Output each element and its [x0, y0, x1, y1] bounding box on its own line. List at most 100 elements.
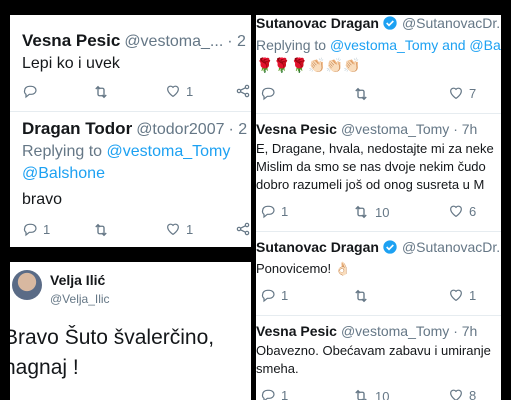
reply-count: 1	[281, 287, 289, 303]
like-button[interactable]: 1	[165, 83, 193, 99]
tweet-actions: 1 1	[10, 221, 251, 241]
mention-link[interactable]: @vestoma_Tomy and @Balsh	[330, 37, 501, 53]
retweet-count: 10	[375, 204, 390, 220]
retweet-icon	[352, 287, 370, 305]
tweet-actions: 1 10 6	[256, 203, 501, 223]
reply-count: 1	[281, 203, 289, 219]
mention-link[interactable]: @vestoma_Tomy	[107, 143, 231, 160]
heart-icon	[165, 221, 181, 237]
tweet-body-line: smeha.	[256, 361, 299, 376]
tweet-time: · 2	[227, 33, 246, 50]
tweet-header: Vesna Pesic @vestoma_... · 2	[22, 31, 246, 51]
reply-button[interactable]: 1	[260, 387, 288, 400]
tweet-header: Vesna Pesic @vestoma_Tomy · 7h	[256, 121, 477, 137]
reply-icon	[22, 221, 38, 237]
tweet-time: · 2	[228, 121, 248, 138]
verified-icon	[382, 239, 398, 255]
like-button[interactable]: 6	[448, 203, 476, 219]
avatar[interactable]	[12, 270, 42, 300]
reply-context: Replying to @vestoma_Tomy	[22, 143, 230, 161]
reply-button[interactable]	[260, 85, 276, 101]
reply-icon	[260, 287, 276, 303]
tweet-actions: 1 1	[256, 287, 501, 307]
heart-icon	[448, 85, 464, 101]
reply-prefix: Replying to	[256, 37, 327, 53]
share-button[interactable]	[235, 221, 251, 237]
reply-button[interactable]: 1	[260, 287, 288, 303]
left-bottom-screenshot: Velja Ilić @Velja_Ilic Bravo Šuto švaler…	[10, 262, 251, 400]
retweet-button[interactable]	[92, 221, 110, 239]
like-count: 1	[469, 287, 477, 303]
like-count: 1	[186, 83, 194, 99]
heart-icon	[165, 83, 181, 99]
author-name[interactable]: Velja Ilić	[50, 272, 105, 288]
tweet-body-line: E, Dragane, hvala, nedostajte mi za neke	[256, 141, 494, 156]
like-button[interactable]: 1	[165, 221, 193, 237]
author-handle[interactable]: @vestoma_Tomy · 7h	[341, 323, 477, 339]
retweet-icon	[352, 203, 370, 221]
like-count: 7	[469, 85, 477, 101]
like-button[interactable]: 8	[448, 387, 476, 400]
retweet-button[interactable]	[92, 83, 110, 101]
author-name[interactable]: Dragan Todor	[22, 119, 132, 138]
heart-icon	[448, 287, 464, 303]
author-handle[interactable]: @vestoma_Tomy · 7h	[341, 121, 477, 137]
divider	[256, 315, 501, 316]
author-name[interactable]: Sutanovac Dragan	[256, 239, 379, 255]
reply-count: 1	[281, 387, 289, 400]
retweet-count: 10	[375, 388, 390, 400]
like-count: 6	[469, 203, 477, 219]
tweet-body-line: nagnaj !	[10, 356, 79, 379]
author-handle[interactable]: @vestoma_...	[124, 33, 223, 50]
author-handle[interactable]: @Velja_Ilic	[50, 292, 110, 306]
reply-icon	[22, 83, 38, 99]
tweet-header: Sutanovac Dragan @SutanovacDr...	[256, 15, 501, 31]
share-icon	[235, 221, 251, 237]
retweet-button[interactable]	[352, 287, 370, 305]
author-name[interactable]: Sutanovac Dragan	[256, 15, 379, 31]
retweet-icon	[92, 83, 110, 101]
like-count: 8	[469, 387, 477, 400]
tweet-emoji: 🌹🌹🌹👏🏻👏🏻👏🏻	[256, 57, 361, 73]
tweet-body-line: Mislim da smo se nas dvoje nekim čudo	[256, 159, 486, 174]
tweet-body: Ponovicemo! 👌🏻	[256, 261, 351, 276]
tweet-body-line: Obavezno. Obećavam zabavu i umiranje	[256, 343, 491, 358]
reply-icon	[260, 85, 276, 101]
like-button[interactable]: 7	[448, 85, 476, 101]
reply-button[interactable]	[22, 83, 38, 99]
reply-button[interactable]: 1	[260, 203, 288, 219]
like-button[interactable]: 1	[448, 287, 476, 303]
author-name[interactable]: Vesna Pesic	[256, 121, 337, 137]
reply-button[interactable]: 1	[22, 221, 50, 237]
author-handle[interactable]: @SutanovacDr...	[402, 15, 501, 31]
tweet-header: Vesna Pesic @vestoma_Tomy · 7h	[256, 323, 477, 339]
mention-link[interactable]: @Balshone	[22, 165, 105, 182]
tweet-actions: 1	[10, 83, 251, 103]
reply-icon	[260, 203, 276, 219]
author-handle[interactable]: @todor2007	[136, 121, 224, 138]
tweet-body: bravo	[22, 191, 63, 208]
author-name[interactable]: Vesna Pesic	[256, 323, 337, 339]
left-top-screenshot: Vesna Pesic @vestoma_... · 2 Lepi ko i uve…	[10, 15, 251, 247]
tweet-body: Lepi ko i uvek	[22, 55, 120, 72]
reply-prefix: Replying to	[22, 143, 103, 160]
divider	[10, 111, 251, 112]
retweet-icon	[92, 221, 110, 239]
retweet-button[interactable]: 10	[352, 387, 389, 400]
reply-context-line2: @Balshone	[22, 165, 105, 183]
retweet-icon	[352, 85, 370, 103]
right-screenshot: Sutanovac Dragan @SutanovacDr... Replying…	[256, 15, 501, 400]
author-name[interactable]: Vesna Pesic	[22, 31, 120, 50]
retweet-icon	[352, 387, 370, 400]
author-handle[interactable]: @SutanovacDr...	[402, 239, 501, 255]
tweet-header: Dragan Todor @todor2007 · 2	[22, 119, 247, 139]
reply-icon	[260, 387, 276, 400]
reply-count: 1	[43, 221, 51, 237]
verified-icon	[382, 15, 398, 31]
heart-icon	[448, 387, 464, 400]
heart-icon	[448, 203, 464, 219]
share-button[interactable]	[235, 83, 251, 99]
tweet-body-line: Bravo Šuto švalerčino,	[10, 326, 215, 349]
retweet-button[interactable]	[352, 85, 370, 103]
retweet-button[interactable]: 10	[352, 203, 389, 221]
